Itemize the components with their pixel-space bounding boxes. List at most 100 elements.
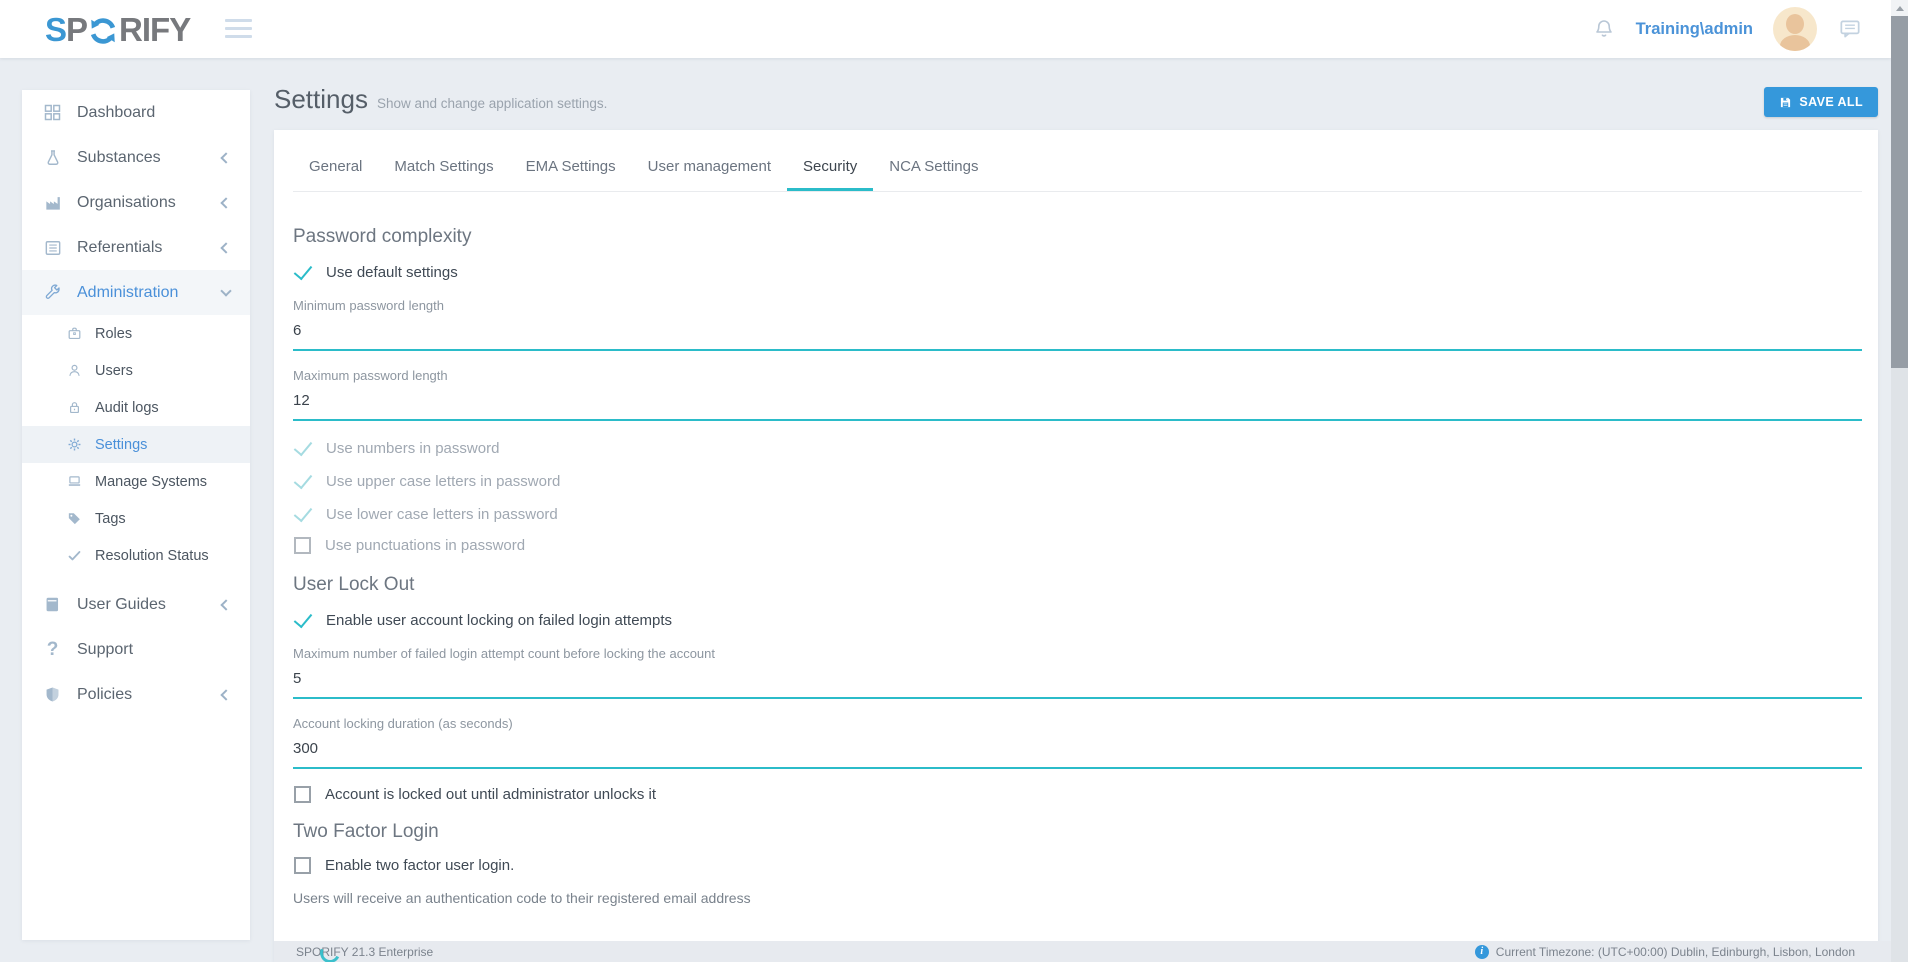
top-header-bar: SPRIFY Training\admin: [0, 0, 1891, 58]
sidebar-item-resolution-status[interactable]: Resolution Status: [22, 537, 250, 574]
checkbox-use-upper-case[interactable]: Use upper case letters in password: [293, 471, 1862, 491]
checkbox-label: Use punctuations in password: [325, 537, 525, 554]
sidebar-item-label: Audit logs: [95, 400, 159, 416]
sidebar-item-user-guides[interactable]: User Guides: [22, 582, 250, 627]
sidebar-item-label: Referentials: [77, 239, 162, 257]
chevron-left-icon: [220, 242, 231, 253]
dashboard-grid-icon: [42, 102, 63, 123]
sidebar-item-label: Roles: [95, 326, 132, 342]
sidebar-item-settings[interactable]: Settings: [22, 426, 250, 463]
tab-match-settings[interactable]: Match Settings: [378, 150, 509, 191]
gear-icon: [66, 436, 83, 453]
settings-content-panel: General Match Settings EMA Settings User…: [274, 130, 1878, 962]
sidebar-item-roles[interactable]: Roles: [22, 315, 250, 352]
sidebar-item-referentials[interactable]: Referentials: [22, 225, 250, 270]
unchecked-checkbox-icon: [294, 786, 311, 803]
tab-general[interactable]: General: [293, 150, 378, 191]
sidebar-item-dashboard[interactable]: Dashboard: [22, 90, 250, 135]
factory-icon: [42, 193, 63, 213]
field-max-failed-attempts: Maximum number of failed login attempt c…: [293, 646, 1862, 699]
field-label: Maximum password length: [293, 368, 1862, 383]
sidebar-item-organisations[interactable]: Organisations: [22, 180, 250, 225]
sidebar-item-label: Policies: [77, 686, 132, 704]
sidebar-item-administration[interactable]: Administration: [22, 270, 250, 315]
chevron-down-icon: [220, 285, 231, 296]
checkbox-use-numbers[interactable]: Use numbers in password: [293, 438, 1862, 458]
vertical-scrollbar[interactable]: [1891, 0, 1908, 962]
tab-nca-settings[interactable]: NCA Settings: [873, 150, 994, 191]
chevron-left-icon: [220, 197, 231, 208]
locking-duration-input[interactable]: [293, 734, 1862, 769]
sidebar-item-label: Settings: [95, 437, 147, 453]
settings-tabs: General Match Settings EMA Settings User…: [293, 130, 1862, 192]
sidebar-item-substances[interactable]: Substances: [22, 135, 250, 180]
security-settings-form: Password complexity Use default settings…: [293, 226, 1862, 962]
two-factor-note: Users will receive an authentication cod…: [293, 890, 1862, 906]
scrollbar-thumb[interactable]: [1891, 16, 1908, 368]
field-label: Account locking duration (as seconds): [293, 716, 1862, 731]
section-heading-two-factor: Two Factor Login: [293, 821, 1862, 843]
checked-checkbox-icon: [293, 504, 313, 524]
section-heading-password-complexity: Password complexity: [293, 226, 1862, 248]
lock-icon: [66, 399, 83, 416]
chevron-left-icon: [220, 152, 231, 163]
field-locking-duration: Account locking duration (as seconds): [293, 716, 1862, 769]
footer-timezone: i Current Timezone: (UTC+00:00) Dublin, …: [1475, 945, 1855, 959]
sidebar-item-label: Support: [77, 641, 133, 659]
footer-version-text: SPORIFY 21.3 Enterprise: [296, 945, 433, 959]
maximum-password-length-input[interactable]: [293, 386, 1862, 421]
sidebar-item-label: Manage Systems: [95, 474, 207, 490]
user-menu[interactable]: Training\admin: [1636, 20, 1753, 39]
sidebar-item-label: Substances: [77, 149, 161, 167]
tab-user-management[interactable]: User management: [632, 150, 787, 191]
chevron-left-icon: [220, 599, 231, 610]
menu-toggle-icon[interactable]: [225, 19, 252, 39]
logo-letter-p: P: [66, 11, 87, 49]
save-all-button[interactable]: SAVE ALL: [1764, 87, 1878, 117]
sidebar-item-policies[interactable]: Policies: [22, 672, 250, 717]
section-heading-user-lock-out: User Lock Out: [293, 574, 1862, 596]
notifications-bell-icon[interactable]: [1592, 17, 1616, 41]
refresh-icon: [88, 16, 118, 46]
checkbox-use-punctuations[interactable]: Use punctuations in password: [293, 537, 1862, 554]
info-icon: i: [1475, 945, 1489, 959]
sidebar-item-users[interactable]: Users: [22, 352, 250, 389]
checkbox-use-default-settings[interactable]: Use default settings: [293, 262, 1862, 282]
sidebar-item-label: Resolution Status: [95, 548, 209, 564]
checkbox-label: Use lower case letters in password: [326, 506, 558, 523]
sidebar-item-label: Dashboard: [77, 104, 155, 122]
footer-version: SPORIFY 21.3 Enterprise: [294, 945, 433, 959]
user-icon: [66, 362, 83, 379]
sidebar-item-label: User Guides: [77, 596, 166, 614]
checked-checkbox-icon: [293, 610, 313, 630]
field-label: Maximum number of failed login attempt c…: [293, 646, 1862, 661]
checked-checkbox-icon: [293, 471, 313, 491]
sporify-logo[interactable]: SPRIFY: [45, 11, 190, 49]
tag-icon: [66, 510, 83, 527]
checkbox-enable-account-locking[interactable]: Enable user account locking on failed lo…: [293, 610, 1862, 630]
checkbox-locked-until-admin-unlocks[interactable]: Account is locked out until administrato…: [293, 786, 1862, 803]
briefcase-icon: [66, 325, 83, 342]
footer-bar: SPORIFY 21.3 Enterprise i Current Timezo…: [274, 941, 1891, 962]
checkbox-use-lower-case[interactable]: Use lower case letters in password: [293, 504, 1862, 524]
checkbox-label: Use numbers in password: [326, 440, 499, 457]
sidebar-item-support[interactable]: ? Support: [22, 627, 250, 672]
checkbox-enable-two-factor[interactable]: Enable two factor user login.: [293, 857, 1862, 874]
tab-security[interactable]: Security: [787, 150, 873, 191]
tab-ema-settings[interactable]: EMA Settings: [510, 150, 632, 191]
sidebar-item-label: Administration: [77, 284, 178, 302]
field-maximum-password-length: Maximum password length: [293, 368, 1862, 421]
sidebar-item-tags[interactable]: Tags: [22, 500, 250, 537]
laptop-icon: [66, 473, 83, 490]
avatar[interactable]: [1773, 7, 1817, 51]
checkbox-label: Account is locked out until administrato…: [325, 786, 656, 803]
minimum-password-length-input[interactable]: [293, 316, 1862, 351]
sidebar-item-manage-systems[interactable]: Manage Systems: [22, 463, 250, 500]
wrench-icon: [42, 283, 63, 303]
chat-icon[interactable]: [1837, 16, 1863, 42]
max-failed-attempts-input[interactable]: [293, 664, 1862, 699]
sidebar-item-audit-logs[interactable]: Audit logs: [22, 389, 250, 426]
spinner-arc-icon: [317, 940, 343, 962]
scroll-up-arrow[interactable]: [1891, 0, 1908, 16]
field-minimum-password-length: Minimum password length: [293, 298, 1862, 351]
